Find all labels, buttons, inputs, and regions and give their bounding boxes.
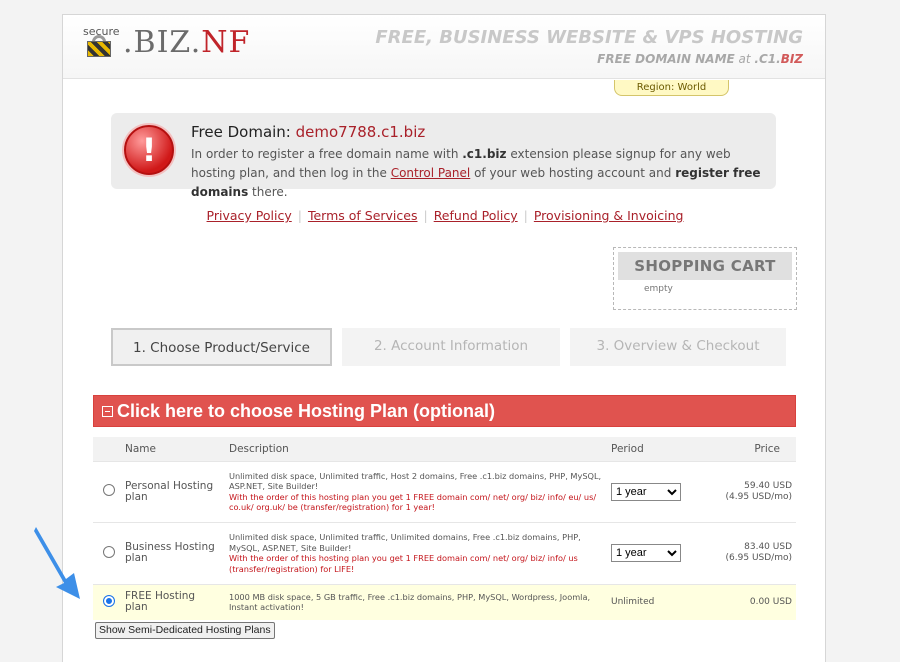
choose-hosting-plan-toggle[interactable]: Click here to choose Hosting Plan (optio…	[93, 395, 796, 427]
notice-body-text: there.	[248, 185, 288, 199]
plan-price: 0.00 USD	[707, 583, 796, 620]
show-semi-dedicated-button[interactable]: Show Semi-Dedicated Hosting Plans	[95, 622, 275, 639]
period-select-business[interactable]: 1 year	[611, 544, 681, 562]
plan-period: Unlimited	[607, 583, 707, 620]
plan-row-free[interactable]: FREE Hosting plan 1000 MB disk space, 5 …	[93, 583, 796, 620]
notice-body-text: of your web hosting account and	[470, 166, 676, 180]
policy-links: Privacy Policy | Terms of Services | Refund …	[63, 208, 827, 223]
plan-row-business[interactable]: Business Hosting plan Unlimited disk spa…	[93, 521, 796, 584]
notice-extension: .c1.biz	[462, 147, 507, 161]
price-monthly: (6.95 USD/mo)	[725, 553, 792, 563]
tagline-sub-text: FREE DOMAIN NAME	[597, 52, 735, 66]
cart-status: empty	[644, 284, 673, 294]
shopping-cart[interactable]: SHOPPING CART empty	[613, 247, 797, 310]
notice-title-prefix: Free Domain:	[191, 123, 296, 141]
tagline-sub-c1: .C1.	[754, 52, 781, 66]
cart-title: SHOPPING CART	[618, 252, 792, 280]
price-total: 59.40 USD	[744, 480, 792, 491]
privacy-policy-link[interactable]: Privacy Policy	[207, 208, 292, 223]
terms-of-services-link[interactable]: Terms of Services	[308, 208, 418, 223]
table-header-row: Name Description Period Price	[93, 437, 796, 461]
plan-row-personal[interactable]: Personal Hosting plan Unlimited disk spa…	[93, 460, 796, 522]
link-separator: |	[297, 208, 302, 223]
cell-select	[93, 521, 121, 584]
provisioning-invoicing-link[interactable]: Provisioning & Invoicing	[534, 208, 684, 223]
header-select	[93, 437, 121, 461]
secure-lock-icon: secure	[83, 23, 123, 61]
plan-description: 1000 MB disk space, 5 GB traffic, Free .…	[225, 583, 607, 620]
notice-body-text: In order to register a free domain name …	[191, 147, 463, 161]
plan-description: Unlimited disk space, Unlimited traffic,…	[225, 460, 607, 522]
tagline-sub-biz: BIZ	[780, 52, 803, 66]
cell-select	[93, 583, 121, 620]
plan-section-title: Click here to choose Hosting Plan (optio…	[117, 401, 496, 421]
plan-promo-text: With the order of this hosting plan you …	[229, 553, 578, 574]
plan-price: 59.40 USD (4.95 USD/mo)	[707, 460, 796, 522]
page-container: secure .BIZ.NF FREE, BUSINESS WEBSITE & …	[62, 14, 826, 662]
plan-period: 1 year	[607, 460, 707, 522]
control-panel-link[interactable]: Control Panel	[391, 166, 471, 180]
refund-policy-link[interactable]: Refund Policy	[434, 208, 518, 223]
site-logo[interactable]: secure .BIZ.NF	[83, 23, 250, 61]
plan-radio-business[interactable]	[103, 545, 115, 558]
plan-description: Unlimited disk space, Unlimited traffic,…	[225, 521, 607, 584]
notice-body: In order to register a free domain name …	[191, 145, 761, 202]
plan-desc-text: Unlimited disk space, Unlimited traffic,…	[229, 532, 581, 553]
notice-domain: demo7788.c1.biz	[295, 123, 426, 141]
step-overview-checkout[interactable]: 3. Overview & Checkout	[570, 328, 786, 366]
exclamation-warning-icon: !	[124, 125, 174, 175]
tagline-sub: FREE DOMAIN NAME at .C1.BIZ	[375, 52, 803, 66]
plan-radio-free[interactable]	[103, 594, 115, 607]
collapse-icon	[102, 406, 113, 417]
plan-name: Personal Hosting plan	[121, 460, 225, 522]
header-period: Period	[607, 437, 707, 461]
plan-promo-text: With the order of this hosting plan you …	[229, 491, 597, 513]
header-name: Name	[121, 437, 225, 461]
step-choose-product[interactable]: 1. Choose Product/Service	[111, 328, 332, 366]
logo-nf: NF	[201, 24, 251, 60]
plan-price: 83.40 USD (6.95 USD/mo)	[707, 521, 796, 584]
plan-name: FREE Hosting plan	[121, 583, 225, 620]
logo-biz: .BIZ.	[123, 24, 202, 60]
checkout-steps: 1. Choose Product/Service 2. Account Inf…	[111, 328, 786, 366]
region-badge[interactable]: Region: World	[614, 80, 729, 96]
site-header: secure .BIZ.NF FREE, BUSINESS WEBSITE & …	[63, 15, 825, 79]
plan-desc-text: Unlimited disk space, Unlimited traffic,…	[229, 470, 602, 492]
step-account-information[interactable]: 2. Account Information	[342, 328, 560, 366]
link-separator: |	[523, 208, 528, 223]
price-total: 83.40 USD	[744, 542, 792, 552]
header-tagline: FREE, BUSINESS WEBSITE & VPS HOSTING FRE…	[375, 27, 803, 66]
plan-radio-personal[interactable]	[103, 484, 115, 496]
header-description: Description	[225, 437, 607, 461]
link-separator: |	[423, 208, 428, 223]
price-monthly: (4.95 USD/mo)	[725, 491, 792, 502]
header-price: Price	[707, 437, 796, 461]
plan-period: 1 year	[607, 521, 707, 584]
tagline-main: FREE, BUSINESS WEBSITE & VPS HOSTING	[375, 27, 803, 48]
tagline-sub-at: at	[734, 52, 755, 66]
pointer-arrow-icon	[34, 527, 80, 599]
logo-text: .BIZ.NF	[123, 25, 250, 60]
notice-title: Free Domain: demo7788.c1.biz	[191, 123, 425, 141]
plan-name: Business Hosting plan	[121, 521, 225, 584]
hosting-plans-table: Name Description Period Price Personal H…	[93, 437, 796, 620]
free-domain-notice: ! Free Domain: demo7788.c1.biz In order …	[111, 113, 776, 199]
period-select-personal[interactable]: 1 year	[611, 482, 681, 501]
cell-select	[93, 460, 121, 522]
